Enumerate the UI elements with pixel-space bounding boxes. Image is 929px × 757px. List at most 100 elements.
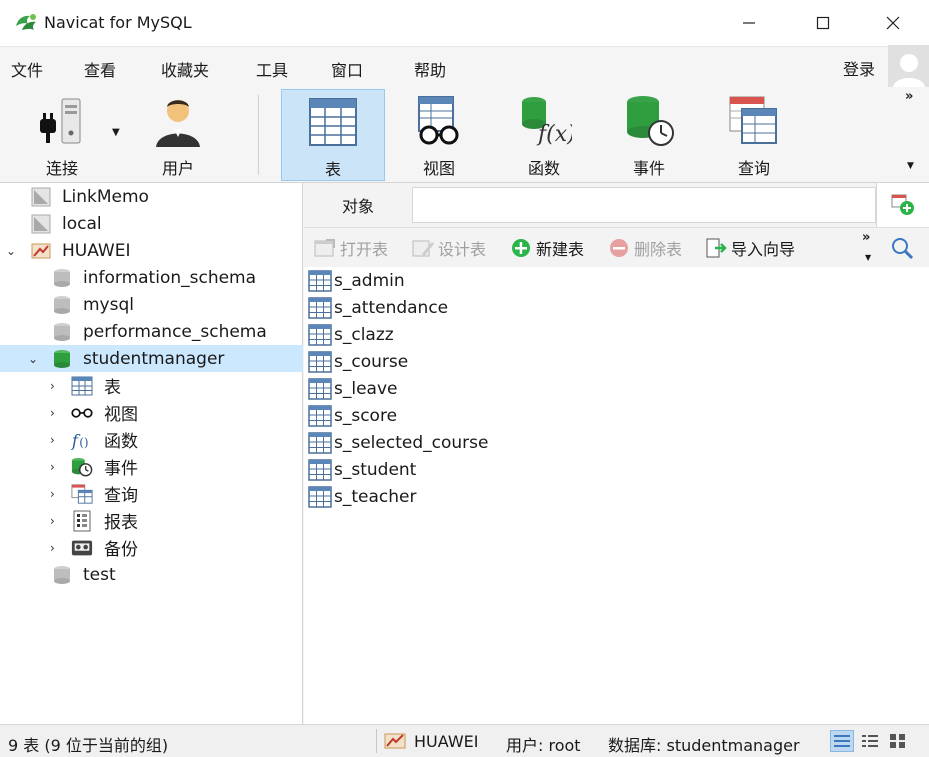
tree-node-events[interactable]: › 事件 [0, 453, 303, 480]
connection-dropdown-icon[interactable]: ▼ [112, 127, 120, 138]
navicat-logo-icon [16, 14, 36, 30]
menu-file[interactable]: 文件 [11, 57, 43, 81]
toolbar-customize-icon[interactable]: ▼ [907, 161, 914, 171]
tree-database-studentmanager[interactable]: ⌄ studentmanager [0, 345, 303, 372]
tree-database-performance-schema[interactable]: performance_schema [0, 318, 303, 345]
maximize-button[interactable] [800, 6, 846, 40]
table-name: s_clazz [334, 324, 394, 345]
tool-label: 查询 [737, 159, 770, 178]
menu-bar: 文件 查看 收藏夹 工具 窗口 帮助 登录 [0, 47, 929, 87]
tree-connection-local[interactable]: local [0, 210, 303, 237]
close-button[interactable] [870, 6, 916, 40]
database-open-icon [51, 348, 73, 370]
tool-label: 连接 [45, 159, 78, 178]
connection-tree: LinkMemo local ⌄ HUAWEI information_sche… [0, 183, 303, 724]
tree-label: 视图 [104, 405, 138, 425]
title-bar: Navicat for MySQL [0, 0, 929, 47]
object-list: s_admin s_attendance s_clazz s_course s_leav… [304, 267, 929, 724]
new-tab-button[interactable] [876, 183, 929, 227]
chevron-right-icon[interactable]: › [50, 433, 55, 447]
design-table-button[interactable]: 设计表 [412, 236, 486, 260]
query-tool-button[interactable]: 查询 [702, 89, 806, 181]
tree-node-queries[interactable]: › 查询 [0, 480, 303, 507]
tab-objects[interactable]: 对象 [304, 183, 412, 227]
table-row[interactable]: s_selected_course [304, 429, 488, 456]
action-overflow-icon[interactable]: » [862, 230, 870, 245]
connection-icon [40, 98, 81, 144]
tree-database-information-schema[interactable]: information_schema [0, 264, 303, 291]
chevron-right-icon[interactable]: › [50, 514, 55, 528]
action-label: 新建表 [536, 240, 585, 259]
function-tool-button[interactable]: f(x) 函数 [492, 89, 596, 181]
action-label: 设计表 [438, 240, 487, 259]
report-icon [71, 510, 93, 532]
detail-view-toggle[interactable] [858, 730, 882, 752]
chevron-down-icon[interactable]: ⌄ [28, 352, 38, 366]
tree-connection-huawei[interactable]: ⌄ HUAWEI [0, 237, 303, 264]
window-title: Navicat for MySQL [44, 13, 192, 32]
import-wizard-button[interactable]: 导入向导 [705, 236, 795, 260]
table-row[interactable]: s_teacher [304, 483, 416, 510]
table-row[interactable]: s_course [304, 348, 408, 375]
tree-connection-linkmemo[interactable]: LinkMemo [0, 183, 303, 210]
toolbar-overflow-icon[interactable]: » [905, 89, 913, 104]
table-icon [308, 377, 332, 400]
menu-help[interactable]: 帮助 [414, 57, 446, 81]
tree-database-mysql[interactable]: mysql [0, 291, 303, 318]
tree-label: 查询 [104, 486, 138, 506]
table-row[interactable]: s_leave [304, 375, 397, 402]
tree-node-tables[interactable]: › 表 [0, 372, 303, 399]
action-label: 导入向导 [731, 240, 796, 259]
event-tool-button[interactable]: 事件 [597, 89, 701, 181]
chevron-right-icon[interactable]: › [50, 541, 55, 555]
new-object-tab-icon [891, 194, 914, 215]
backup-icon [71, 537, 93, 559]
view-tool-button[interactable]: 视图 [387, 89, 491, 181]
table-row[interactable]: s_admin [304, 267, 405, 294]
open-table-button[interactable]: 打开表 [314, 236, 388, 260]
list-view-toggle[interactable] [830, 730, 854, 752]
table-row[interactable]: s_attendance [304, 294, 448, 321]
svg-text:f(x): f(x) [536, 122, 572, 147]
delete-table-button[interactable]: 删除表 [608, 236, 682, 260]
main-toolbar: 连接 ▼ 用户 表 视图 f(x) 函数 事件 查询 » ▼ [0, 87, 929, 183]
menu-view[interactable]: 查看 [84, 57, 116, 81]
tree-node-reports[interactable]: › 报表 [0, 507, 303, 534]
search-icon[interactable] [890, 236, 914, 264]
grid-view-toggle[interactable] [886, 730, 910, 752]
chevron-right-icon[interactable]: › [50, 406, 55, 420]
database-icon [51, 564, 73, 586]
tree-label: mysql [83, 294, 134, 315]
minimize-button[interactable] [726, 6, 772, 40]
open-table-icon [314, 237, 336, 259]
menu-favorites[interactable]: 收藏夹 [161, 57, 209, 81]
connection-tool-button[interactable]: 连接 [10, 89, 114, 181]
menu-window[interactable]: 窗口 [331, 57, 363, 81]
avatar[interactable] [888, 45, 929, 87]
tree-label: performance_schema [83, 321, 267, 342]
chevron-down-icon[interactable]: ⌄ [6, 244, 16, 258]
table-name: s_student [334, 459, 417, 480]
chevron-right-icon[interactable]: › [50, 487, 55, 501]
table-row[interactable]: s_score [304, 402, 397, 429]
chevron-right-icon[interactable]: › [50, 460, 55, 474]
user-tool-button[interactable]: 用户 [126, 89, 230, 181]
status-separator [376, 729, 377, 753]
svg-text:(): () [79, 435, 88, 449]
table-row[interactable]: s_student [304, 456, 416, 483]
add-icon [510, 237, 532, 259]
chevron-right-icon[interactable]: › [50, 379, 55, 393]
tree-label: 函数 [104, 432, 138, 452]
action-overflow-down-icon[interactable]: ▼ [865, 253, 871, 262]
table-row[interactable]: s_clazz [304, 321, 394, 348]
tree-node-views[interactable]: › 视图 [0, 399, 303, 426]
table-tool-button[interactable]: 表 [281, 89, 385, 181]
new-table-button[interactable]: 新建表 [510, 236, 584, 260]
menu-tools[interactable]: 工具 [256, 57, 288, 81]
tree-node-backups[interactable]: › 备份 [0, 534, 303, 561]
login-link[interactable]: 登录 [843, 56, 875, 80]
tree-node-functions[interactable]: › f() 函数 [0, 426, 303, 453]
tree-database-test[interactable]: test [0, 561, 303, 588]
user-avatar-icon [892, 54, 925, 87]
tree-label: 备份 [104, 540, 138, 560]
